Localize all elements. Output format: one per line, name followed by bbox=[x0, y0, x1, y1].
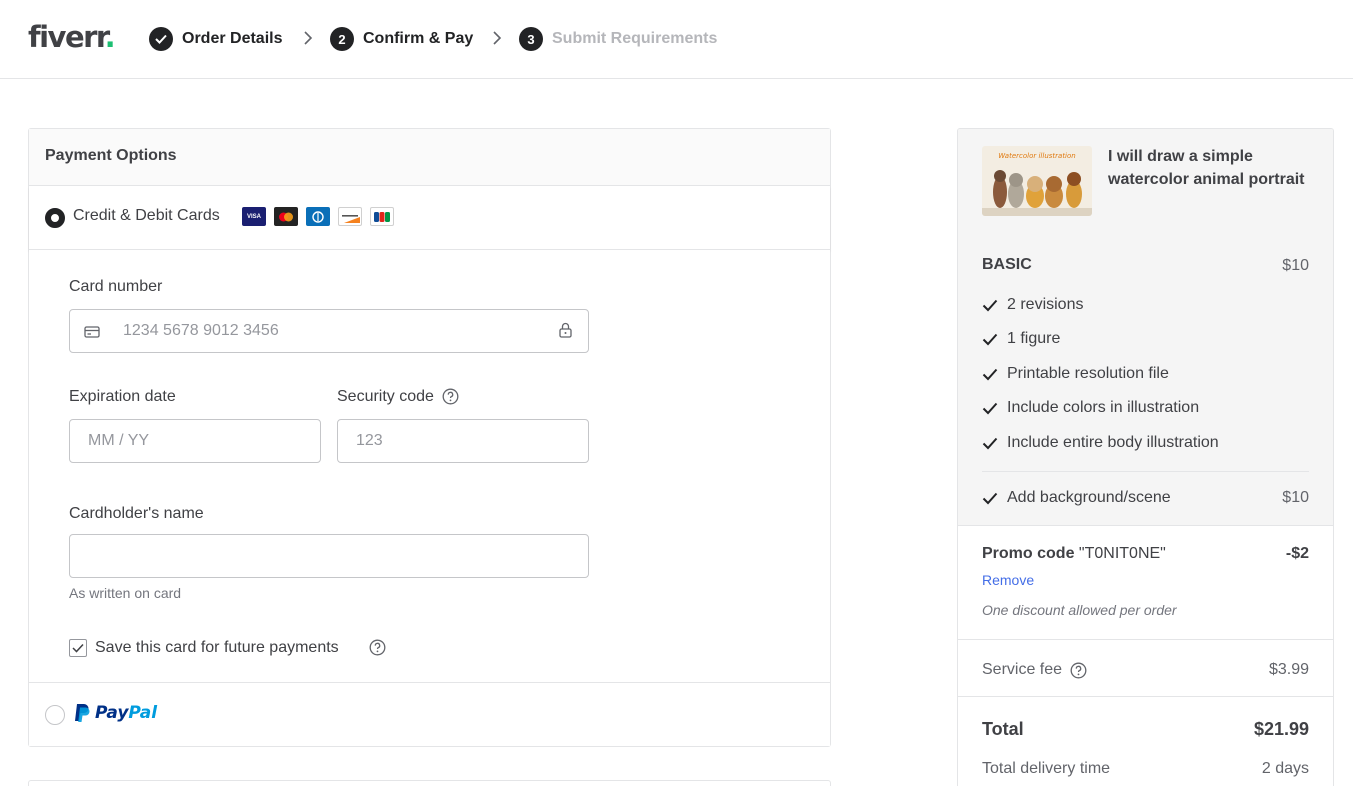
feature-item: 1 figure bbox=[982, 329, 1060, 349]
step-label: Confirm & Pay bbox=[363, 30, 474, 47]
save-card-label[interactable]: Save this card for future payments bbox=[95, 639, 339, 657]
total-label: Total bbox=[982, 719, 1024, 739]
save-card-checkbox[interactable] bbox=[69, 639, 87, 657]
card-number-label: Card number bbox=[69, 278, 163, 295]
paypal-radio[interactable] bbox=[45, 705, 65, 725]
extra-price: $10 bbox=[1282, 489, 1309, 506]
promo-discount: -$2 bbox=[1285, 545, 1309, 562]
paypal-option[interactable]: Pay Pal bbox=[29, 682, 830, 746]
fiverr-logo[interactable]: fiverr. bbox=[28, 20, 116, 54]
step-number: 3 bbox=[519, 27, 543, 51]
check-icon bbox=[982, 333, 998, 345]
check-icon bbox=[982, 299, 998, 311]
order-summary: Watercolor illustration I will draw a si… bbox=[957, 128, 1334, 786]
chevron-right-icon bbox=[493, 31, 502, 45]
help-icon[interactable] bbox=[369, 639, 386, 656]
check-icon bbox=[982, 437, 998, 449]
help-icon[interactable] bbox=[442, 388, 459, 405]
gig-thumbnail[interactable]: Watercolor illustration bbox=[982, 146, 1092, 216]
divider bbox=[958, 639, 1333, 640]
diners-club-icon bbox=[306, 207, 330, 226]
expiration-date-label: Expiration date bbox=[69, 388, 176, 405]
step-order-details[interactable]: Order Details bbox=[149, 27, 282, 51]
feature-item: Include colors in illustration bbox=[982, 398, 1199, 418]
check-icon bbox=[982, 368, 998, 380]
lock-icon bbox=[559, 322, 572, 338]
card-form: Card number Expiration date Security cod… bbox=[29, 250, 830, 682]
extra-item: Add background/scene bbox=[982, 488, 1171, 508]
credit-card-radio[interactable] bbox=[45, 208, 65, 228]
check-icon bbox=[149, 27, 173, 51]
divider bbox=[958, 696, 1333, 697]
credit-card-icon bbox=[84, 326, 100, 338]
top-header: fiverr. Order Details 2 Confirm & Pay 3 … bbox=[0, 0, 1353, 79]
promo-code-label: Promo code "T0NIT0NE" bbox=[982, 545, 1166, 562]
step-submit-requirements: 3 Submit Requirements bbox=[519, 27, 717, 51]
thumbnail-caption: Watercolor illustration bbox=[998, 152, 1075, 160]
divider bbox=[982, 471, 1309, 472]
service-fee-label: Service fee bbox=[982, 661, 1087, 679]
gig-title[interactable]: I will draw a simple watercolor animal p… bbox=[1108, 146, 1308, 191]
credit-card-label: Credit & Debit Cards bbox=[73, 207, 220, 224]
paypal-icon bbox=[75, 704, 90, 722]
card-number-input[interactable] bbox=[69, 309, 589, 353]
visa-icon: VISA bbox=[242, 207, 266, 226]
expiration-date-input[interactable] bbox=[69, 419, 321, 463]
cardholder-name-label: Cardholder's name bbox=[69, 505, 204, 522]
check-icon bbox=[982, 402, 998, 414]
step-confirm-pay[interactable]: 2 Confirm & Pay bbox=[330, 27, 473, 51]
check-icon bbox=[982, 492, 998, 504]
promo-note: One discount allowed per order bbox=[982, 602, 1177, 618]
mastercard-icon bbox=[274, 207, 298, 226]
chevron-right-icon bbox=[304, 31, 313, 45]
payment-options-panel: Payment Options Credit & Debit Cards VIS… bbox=[28, 128, 831, 747]
package-name: BASIC bbox=[982, 256, 1032, 273]
check-icon bbox=[72, 643, 84, 653]
discover-icon bbox=[338, 207, 362, 226]
feature-item: 2 revisions bbox=[982, 295, 1083, 315]
step-number: 2 bbox=[330, 27, 354, 51]
step-label: Submit Requirements bbox=[552, 30, 718, 47]
credit-card-option[interactable]: Credit & Debit Cards VISA bbox=[29, 186, 830, 250]
security-code-input[interactable] bbox=[337, 419, 589, 463]
service-fee-value: $3.99 bbox=[1268, 661, 1309, 678]
step-label: Order Details bbox=[182, 30, 283, 47]
delivery-time-value: 2 days bbox=[1261, 760, 1309, 777]
remove-promo-link[interactable]: Remove bbox=[982, 572, 1034, 588]
delivery-time-label: Total delivery time bbox=[982, 760, 1111, 777]
jcb-icon bbox=[370, 207, 394, 226]
help-icon[interactable] bbox=[1070, 662, 1087, 679]
security-code-label: Security code bbox=[337, 388, 434, 405]
payment-options-title: Payment Options bbox=[29, 129, 830, 186]
next-panel bbox=[28, 780, 831, 786]
cardholder-name-input[interactable] bbox=[69, 534, 589, 578]
feature-item: Include entire body illustration bbox=[982, 433, 1219, 453]
package-price: $10 bbox=[1282, 257, 1309, 274]
feature-item: Printable resolution file bbox=[982, 364, 1169, 384]
package-details: Watercolor illustration I will draw a si… bbox=[958, 129, 1333, 526]
paypal-logo: Pay Pal bbox=[73, 703, 157, 723]
cardholder-hint: As written on card bbox=[69, 585, 182, 601]
total-value: $21.99 bbox=[1253, 719, 1309, 739]
